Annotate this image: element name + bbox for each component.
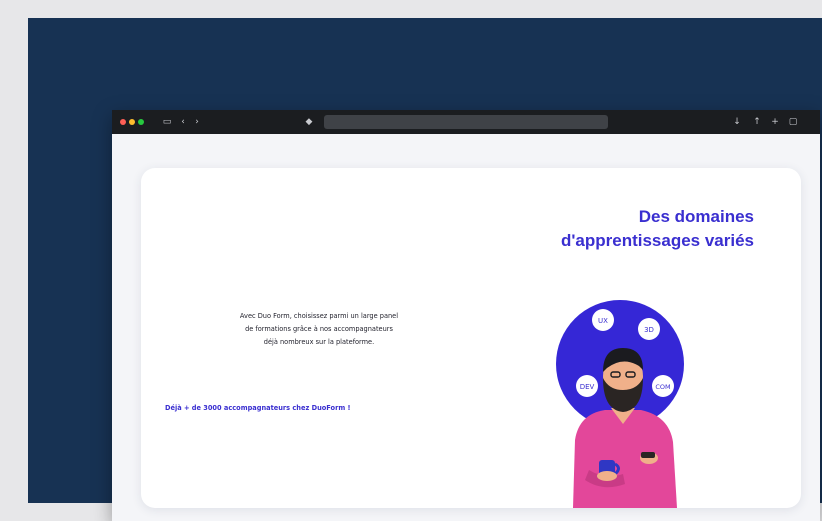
hero-title-line2: d'apprentissages variés bbox=[560, 231, 754, 250]
bubble-com: COM bbox=[652, 375, 674, 397]
tabs-icon[interactable]: ▢ bbox=[786, 115, 800, 129]
share-icon[interactable]: ↑ bbox=[750, 115, 764, 129]
minimize-window-button[interactable] bbox=[129, 119, 135, 125]
bubble-dev-label: DEV bbox=[580, 383, 595, 391]
hero-description-line3: déjà nombreux sur la plateforme. bbox=[263, 338, 375, 346]
hero-highlight: Déjà + de 3000 accompagnateurs chez DuoF… bbox=[165, 404, 351, 412]
forward-icon[interactable]: › bbox=[190, 115, 204, 129]
hero-title-line1: Des domaines bbox=[638, 207, 754, 226]
hero-title: Des domaines d'apprentissages variés bbox=[434, 205, 754, 253]
hero-description-line2: de formations grâce à nos accompagnateur… bbox=[245, 325, 393, 333]
page-backdrop: ▭ ‹ › ◆ ↓ ↑ + ▢ Des domaines d'apprentis… bbox=[28, 18, 822, 521]
browser-toolbar: ▭ ‹ › ◆ ↓ ↑ + ▢ bbox=[112, 110, 820, 134]
hero-description: Avec Duo Form, choisissez parmi un large… bbox=[175, 310, 463, 349]
download-icon[interactable]: ↓ bbox=[730, 115, 744, 129]
hero-illustration: UX 3D DEV COM bbox=[553, 290, 703, 508]
browser-window: ▭ ‹ › ◆ ↓ ↑ + ▢ Des domaines d'apprentis… bbox=[112, 110, 820, 521]
new-tab-icon[interactable]: + bbox=[768, 115, 782, 129]
address-bar[interactable] bbox=[324, 115, 608, 129]
bubble-com-label: COM bbox=[655, 383, 670, 391]
back-icon[interactable]: ‹ bbox=[176, 115, 190, 129]
maximize-window-button[interactable] bbox=[138, 119, 144, 125]
bubble-3d: 3D bbox=[638, 318, 660, 340]
teacher-illustration: UX 3D DEV COM bbox=[556, 300, 684, 508]
close-window-button[interactable] bbox=[120, 119, 126, 125]
sidebar-icon[interactable]: ▭ bbox=[160, 115, 174, 129]
bubble-ux-label: UX bbox=[598, 317, 608, 325]
page-content: Des domaines d'apprentissages variés Ave… bbox=[112, 134, 820, 521]
shield-icon: ◆ bbox=[305, 117, 313, 127]
bubble-3d-label: 3D bbox=[644, 326, 654, 334]
phone bbox=[641, 452, 655, 458]
bubble-ux: UX bbox=[592, 309, 614, 331]
bubble-dev: DEV bbox=[576, 375, 598, 397]
hero-description-line1: Avec Duo Form, choisissez parmi un large… bbox=[239, 312, 399, 320]
hero-card: Des domaines d'apprentissages variés Ave… bbox=[141, 168, 801, 508]
shirt bbox=[573, 410, 677, 508]
